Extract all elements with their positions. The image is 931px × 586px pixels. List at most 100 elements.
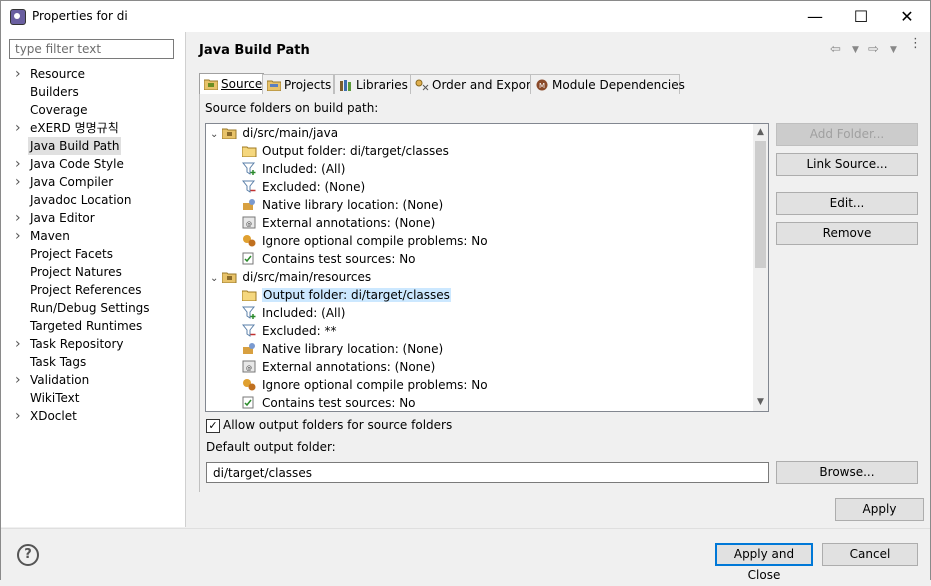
scroll-down-icon[interactable]: ▼: [753, 394, 768, 411]
view-menu-icon[interactable]: ⋮: [909, 37, 922, 50]
source-folders-tree[interactable]: ⌄ di/src/main/java Output folder: di/targe…: [205, 123, 769, 412]
source-attribute-row[interactable]: Included: (All): [241, 160, 345, 178]
expand-chevron-icon[interactable]: ›: [15, 407, 21, 425]
scroll-thumb[interactable]: [755, 141, 766, 268]
edit-button[interactable]: Edit...: [776, 192, 918, 215]
checkmark-icon: ✓: [208, 419, 218, 432]
source-attribute-row[interactable]: Native library location: (None): [242, 340, 443, 358]
page-title: Java Build Path: [199, 43, 310, 58]
collapse-chevron-icon[interactable]: ⌄: [210, 129, 218, 140]
nav-item[interactable]: Project Facets: [1, 245, 185, 263]
help-icon[interactable]: ?: [17, 544, 39, 566]
allow-output-folders-checkbox[interactable]: ✓: [206, 419, 220, 433]
source-attribute-row[interactable]: Ignore optional compile problems: No: [242, 232, 488, 250]
nav-item[interactable]: Javadoc Location: [1, 191, 185, 209]
add-folder-button[interactable]: Add Folder...: [776, 123, 918, 146]
nav-item[interactable]: Targeted Runtimes: [1, 317, 185, 335]
included-filter-icon: [241, 306, 257, 319]
nav-item[interactable]: Project Natures: [1, 263, 185, 281]
tab-libraries[interactable]: Libraries: [334, 74, 411, 95]
back-arrow-icon[interactable]: ⇦: [830, 42, 841, 57]
output-folder-icon: [241, 144, 257, 158]
nav-item[interactable]: Java Build Path: [1, 137, 185, 155]
tab-projects[interactable]: Projects: [262, 74, 334, 95]
source-folder-row[interactable]: ⌄ di/src/main/java: [210, 124, 338, 142]
back-menu-chevron-icon[interactable]: ▼: [852, 45, 859, 55]
source-attribute-label: External annotations: (None): [262, 360, 436, 374]
collapse-chevron-icon[interactable]: ⌄: [210, 273, 218, 284]
nav-item[interactable]: Builders: [1, 83, 185, 101]
expand-chevron-icon[interactable]: ›: [15, 209, 21, 227]
expand-chevron-icon[interactable]: ›: [15, 65, 21, 83]
source-attribute-row[interactable]: Output folder: di/target/classes: [241, 142, 449, 160]
apply-button[interactable]: Apply: [835, 498, 924, 521]
expand-chevron-icon[interactable]: ›: [15, 227, 21, 245]
nav-item-label: Task Repository: [30, 337, 124, 351]
source-attribute-row[interactable]: Excluded: (None): [241, 178, 365, 196]
source-attribute-row[interactable]: @ External annotations: (None): [242, 214, 435, 232]
close-button[interactable]: ✕: [884, 1, 930, 32]
vertical-scrollbar[interactable]: ▲ ▼: [753, 124, 768, 411]
title-bar: Properties for di — ☐ ✕: [1, 1, 930, 32]
tab-order-export[interactable]: Order and Export: [410, 74, 536, 95]
forward-menu-chevron-icon[interactable]: ▼: [890, 45, 897, 55]
nav-item[interactable]: Project References: [1, 281, 185, 299]
nav-item[interactable]: › XDoclet: [1, 407, 185, 425]
nav-item-label: Javadoc Location: [30, 193, 132, 207]
tab-module-dependencies[interactable]: M Module Dependencies: [530, 74, 685, 95]
nav-item-label: Project References: [30, 283, 142, 297]
tab-source-label: Source: [221, 77, 263, 91]
nav-item[interactable]: › Java Code Style: [1, 155, 185, 173]
nav-item[interactable]: Coverage: [1, 101, 185, 119]
nav-item-label: Coverage: [30, 103, 88, 117]
nav-item[interactable]: › Java Editor: [1, 209, 185, 227]
source-attribute-row[interactable]: @ External annotations: (None): [242, 358, 435, 376]
nav-item[interactable]: › Maven: [1, 227, 185, 245]
source-attribute-row[interactable]: Ignore optional compile problems: No: [242, 376, 488, 394]
allow-output-folders-label[interactable]: Allow output folders for source folders: [223, 418, 452, 432]
nav-item[interactable]: Run/Debug Settings: [1, 299, 185, 317]
source-attribute-row[interactable]: Excluded: **: [241, 322, 336, 340]
source-attribute-label: Contains test sources: No: [262, 252, 416, 266]
nav-item[interactable]: WikiText: [1, 389, 185, 407]
forward-arrow-icon[interactable]: ⇨: [868, 42, 879, 57]
maximize-button[interactable]: ☐: [838, 1, 884, 32]
nav-item[interactable]: › Validation: [1, 371, 185, 389]
source-attribute-label: Included: (All): [262, 306, 346, 320]
expand-chevron-icon[interactable]: ›: [15, 173, 21, 191]
test-sources-icon: [242, 252, 257, 265]
source-attribute-label: Native library location: (None): [262, 342, 444, 356]
nav-item[interactable]: › Resource: [1, 65, 185, 83]
source-attribute-row[interactable]: Native library location: (None): [242, 196, 443, 214]
nav-item[interactable]: › eXERD 명명규칙: [1, 119, 185, 137]
annotations-icon: @: [242, 216, 257, 229]
expand-chevron-icon[interactable]: ›: [15, 155, 21, 173]
nav-item[interactable]: Task Tags: [1, 353, 185, 371]
expand-chevron-icon[interactable]: ›: [15, 371, 21, 389]
source-attribute-row[interactable]: Contains test sources: No: [242, 250, 416, 268]
source-folder-icon: [204, 79, 218, 90]
filter-input-box: [9, 39, 174, 59]
default-output-folder-input[interactable]: [211, 465, 755, 481]
included-filter-icon: [241, 162, 257, 175]
tab-source[interactable]: Source: [199, 73, 264, 95]
source-attribute-row[interactable]: Included: (All): [241, 304, 346, 322]
browse-button[interactable]: Browse...: [776, 461, 918, 484]
source-attribute-row[interactable]: Output folder: di/target/classes: [241, 286, 451, 304]
nav-item[interactable]: › Java Compiler: [1, 173, 185, 191]
nav-item[interactable]: › Task Repository: [1, 335, 185, 353]
apply-and-close-button[interactable]: Apply and Close: [715, 543, 813, 582]
remove-button[interactable]: Remove: [776, 222, 918, 245]
expand-chevron-icon[interactable]: ›: [15, 119, 21, 137]
cancel-button[interactable]: Cancel: [822, 543, 918, 566]
svg-text:@: @: [246, 221, 252, 228]
source-folder-row[interactable]: ⌄ di/src/main/resources: [210, 268, 371, 286]
expand-chevron-icon[interactable]: ›: [15, 335, 21, 353]
scroll-up-icon[interactable]: ▲: [753, 124, 768, 141]
nav-item-label: Java Build Path: [28, 137, 122, 155]
filter-input[interactable]: [13, 41, 167, 57]
link-source-button[interactable]: Link Source...: [776, 153, 918, 176]
source-attribute-row[interactable]: Contains test sources: No: [242, 394, 416, 411]
minimize-button[interactable]: —: [792, 1, 838, 32]
module-icon: M: [536, 79, 548, 91]
